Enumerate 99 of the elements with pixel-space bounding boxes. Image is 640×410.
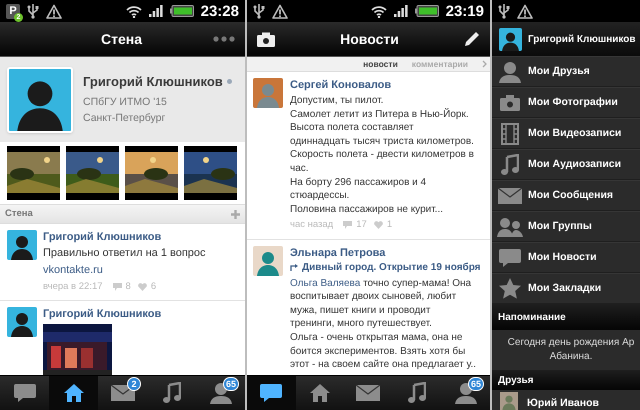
film-icon [501,122,519,144]
mail-icon [497,186,523,204]
status-time: 23:19 [446,4,484,18]
music-note-icon [408,382,426,404]
signal-icon [394,5,408,17]
menu-label: Мои Видеозаписи [528,126,622,141]
avatar [9,68,71,130]
status-time: 23:28 [200,4,239,18]
like-count: 6 [150,280,156,294]
repost-title[interactable]: Дивный город. Открытие 19 ноября [302,260,481,275]
comment-icon [343,221,352,230]
avatar [253,246,283,276]
user-name: Григорий Клюшников [528,32,636,46]
camera-icon [500,94,520,110]
profile-name: Григорий Клюшников [83,73,223,91]
battery-icon [414,5,439,17]
profile-city: Санкт-Петербург [83,111,166,126]
signal-icon [148,5,163,17]
repost-icon [290,264,299,272]
chat-icon [259,383,284,403]
menu-item[interactable]: Мои Друзья [492,56,640,87]
more-icon[interactable] [213,36,235,42]
pencil-icon[interactable] [464,31,480,47]
friend-item[interactable]: Юрий Иванов [492,390,640,410]
warning-icon [517,4,533,18]
avatar [7,307,37,338]
section-title: Друзья [498,374,534,388]
menu-label: Мои Аудиозаписи [528,156,622,172]
menu-label: Мои Сообщения [528,188,614,203]
usb-icon [253,3,265,19]
menu-item[interactable]: Мои Аудиозаписи [492,149,640,180]
star-icon [499,278,521,299]
usb-icon [27,3,39,19]
screen-title: Новости [339,30,400,48]
comment-icon [112,283,122,292]
screen-title: Стена [100,30,144,48]
post-author[interactable]: Эльнара Петрова [290,246,481,260]
feed-tab[interactable]: новости [363,60,398,68]
chevron-icon [482,60,487,68]
menu-label: Мои Друзья [528,64,590,79]
heart-icon [374,221,383,230]
avatar [499,28,522,50]
people-icon [497,216,523,236]
post-author[interactable]: Сергей Коновалов [290,78,474,92]
comment-count: 17 [356,218,367,232]
reminder-text: Сегодня день рождения Ар Абанина. [506,336,634,364]
post-time: час назад [290,218,334,232]
mail-icon [355,384,382,402]
menu-label: Мои Новости [528,250,597,265]
like-count: 1 [386,218,392,232]
post-author[interactable]: Григорий Клюшников [43,307,162,322]
menu-item[interactable]: Мои Видеозаписи [492,118,640,149]
warning-icon [272,4,288,18]
count-badge: 65 [222,377,239,391]
menu-item[interactable]: Мои Сообщения [492,180,640,211]
section-title: Напоминание [498,310,566,324]
person-icon [498,60,522,82]
notification-letter: P [9,6,17,16]
post-author[interactable]: Григорий Клюшников [43,230,206,244]
music-note-icon [501,154,519,176]
home-icon [62,383,84,403]
tab-button[interactable]: 2 [98,376,147,410]
music-note-icon [162,382,180,404]
section-title: Стена [5,206,33,221]
warning-icon [46,4,62,18]
camera-icon[interactable] [257,32,275,46]
avatar [253,78,283,108]
menu-label: Мои Фотографии [528,94,618,110]
tab-button[interactable]: 65 [441,376,490,410]
chat-icon [12,383,36,403]
post-link[interactable]: vkontakte.ru [43,263,206,278]
friend-name: Юрий Иванов [527,397,599,410]
avatar [7,230,37,260]
usb-icon [498,3,510,19]
comment-count: 8 [126,280,131,294]
menu-label: Мои Группы [528,218,592,234]
mention-link[interactable]: Ольга Валяева [290,278,360,289]
post-text: Правильно ответил на 1 вопрос [43,246,206,261]
wifi-icon [370,4,387,18]
home-icon [308,383,331,403]
tab-button[interactable] [49,376,98,410]
count-badge: 2 [127,377,141,391]
tab-button[interactable] [247,376,296,410]
menu-item[interactable]: Мои Новости [492,242,640,273]
user-header[interactable]: Григорий Клюшников [492,22,640,56]
count-badge: 65 [468,377,484,391]
battery-icon [170,5,194,17]
tab-button[interactable]: 65 [196,376,245,410]
menu-item[interactable]: Мои Группы [492,211,640,242]
avatar [499,392,519,410]
chat-icon [498,248,522,268]
profile-university: СПбГУ ИТМО '15 [83,94,168,110]
menu-item[interactable]: Мои Фотографии [492,87,640,118]
wifi-icon [126,4,142,18]
heart-icon [138,283,147,292]
post-text: Допустим, ты пилот. Самолет летит из Питера в Нью-Йорк. Высота полета составляет одиннадцать тысяч триста километров. Скорость полета - двести километров в час. На борту 296 пассажиров и 4 стюардессы. Половина пассажиров не курит... [290,94,474,216]
post-time: вчера в 22:17 [43,280,103,294]
post-text: Ольга Валяева точно супер-мама! Она воспитывает двоих сыновей, любит мужа, пишет книги и проводит тренинги, много путешествует. Ольга - очень открытая мама, она не боится экспериментов. Взять хотя бы этот - на своем сайте она предлагает у.. [290,276,478,372]
menu-label: Мои Закладки [528,280,602,296]
